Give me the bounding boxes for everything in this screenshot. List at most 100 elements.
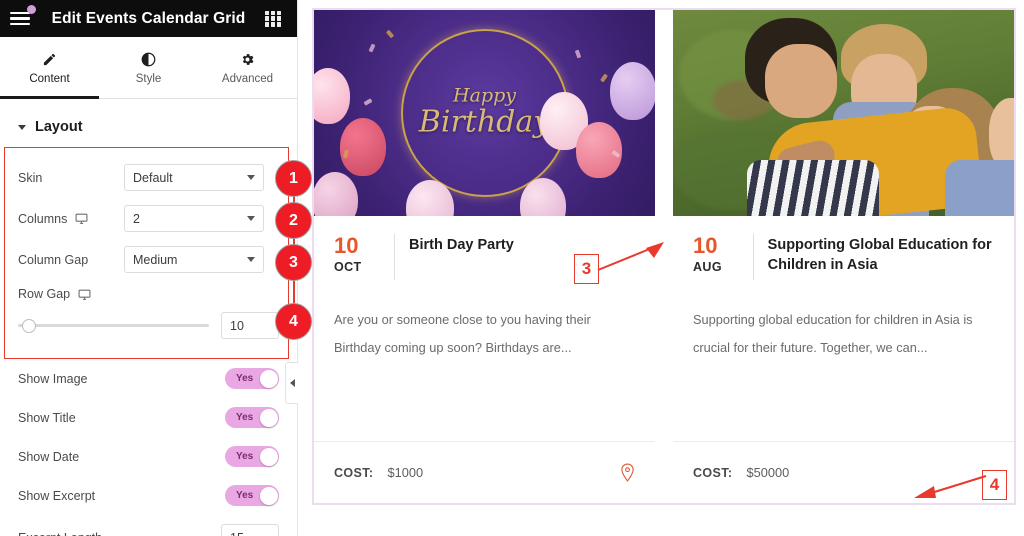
column-gap-select-value: Medium (133, 252, 178, 267)
confetti (363, 98, 373, 106)
column-gap-select[interactable]: Medium (124, 246, 264, 273)
caret-down-icon (18, 124, 26, 130)
event-date: 10 AUG (693, 234, 739, 274)
badge-1: 1 (275, 160, 312, 197)
switch-knob (259, 486, 278, 505)
cost-value: $50000 (746, 465, 790, 480)
toggle-show-image: Show Image Yes (0, 359, 297, 398)
event-month: OCT (334, 260, 362, 275)
settings-sidebar: Edit Events Calendar Grid Content Style … (0, 0, 298, 536)
event-date: 10 OCT (334, 234, 380, 274)
control-column-gap-label: Column Gap (18, 252, 89, 267)
skin-select[interactable]: Default (124, 164, 264, 191)
panel-collapse-button[interactable] (285, 362, 298, 404)
birthday-text-line1: Happy (453, 84, 516, 107)
date-title-divider (753, 234, 754, 280)
excerpt-length-input[interactable]: 15 (221, 524, 279, 536)
tab-content[interactable]: Content (0, 37, 99, 99)
balloon (610, 62, 655, 120)
confetti (385, 29, 395, 39)
badge-4: 4 (275, 303, 312, 340)
event-card[interactable]: 10 AUG Supporting Global Education for C… (673, 10, 1014, 503)
panel-tabs: Content Style Advanced (0, 37, 297, 99)
row-gap-value: 10 (230, 318, 244, 333)
toggle-show-title-label: Show Title (18, 410, 76, 425)
event-image-children (673, 10, 1014, 216)
pencil-icon (42, 51, 57, 68)
show-excerpt-switch[interactable]: Yes (225, 485, 279, 506)
show-title-switch-value: Yes (236, 412, 254, 423)
notification-dot (27, 4, 36, 14)
editor-topbar: Edit Events Calendar Grid (0, 0, 297, 37)
row-gap-slider[interactable] (18, 318, 209, 333)
event-header: 10 AUG Supporting Global Education for C… (693, 234, 994, 280)
tab-style-label: Style (135, 72, 162, 85)
contrast-icon (141, 51, 156, 68)
event-image-birthday: Happy Birthday (314, 10, 655, 216)
toggle-show-image-label: Show Image (18, 371, 88, 386)
control-row-gap: Row Gap (0, 280, 297, 308)
desktop-monitor-icon[interactable] (75, 212, 88, 225)
annotation-3-arrow (597, 242, 664, 271)
date-title-divider (394, 234, 395, 280)
toggle-show-excerpt-label: Show Excerpt (18, 488, 96, 503)
control-columns: Columns 2 (0, 198, 297, 239)
tab-advanced[interactable]: Advanced (198, 37, 297, 98)
event-month: AUG (693, 260, 722, 275)
tab-style[interactable]: Style (99, 37, 198, 98)
preview-canvas: Happy Birthday 10 OCT Birth Day Party Ar… (298, 0, 1024, 536)
toggle-show-date: Show Date Yes (0, 437, 297, 476)
layout-section-title: Layout (35, 119, 83, 135)
show-image-switch-value: Yes (236, 373, 254, 384)
location-pin-icon[interactable] (620, 463, 635, 482)
page-title: Edit Events Calendar Grid (51, 9, 246, 27)
event-day: 10 (334, 233, 359, 258)
toggle-show-date-label: Show Date (18, 449, 80, 464)
event-footer: COST: $1000 (314, 441, 655, 503)
switch-knob (259, 408, 278, 427)
excerpt-length-value: 15 (230, 531, 244, 536)
desktop-monitor-icon[interactable] (78, 288, 91, 301)
event-title[interactable]: Birth Day Party (409, 234, 514, 256)
event-excerpt: Supporting global education for children… (693, 312, 973, 355)
control-skin-label: Skin (18, 170, 43, 185)
chevron-down-icon (247, 175, 255, 180)
switch-knob (259, 369, 278, 388)
chevron-down-icon (247, 216, 255, 221)
apps-grid-icon[interactable] (265, 10, 281, 27)
badge-2: 2 (275, 202, 312, 239)
slider-thumb[interactable] (22, 318, 37, 333)
control-excerpt-length: Excerpt Length 15 (0, 515, 297, 536)
control-columns-label: Columns (18, 212, 124, 226)
chevron-left-icon (289, 379, 295, 387)
show-date-switch-value: Yes (236, 451, 254, 462)
cost-label: COST: (693, 465, 733, 480)
switch-knob (259, 447, 278, 466)
cost-value: $1000 (387, 465, 424, 480)
toggle-show-title: Show Title Yes (0, 398, 297, 437)
annotation-4-arrow (914, 475, 987, 498)
control-row-gap-label: Row Gap (18, 287, 124, 301)
columns-select-value: 2 (133, 211, 140, 226)
tab-advanced-label: Advanced (221, 72, 274, 85)
control-skin: Skin Default (0, 157, 297, 198)
cost-label: COST: (334, 465, 374, 480)
columns-select[interactable]: 2 (124, 205, 264, 232)
row-gap-input[interactable]: 10 (221, 312, 279, 339)
badge-3: 3 (275, 244, 312, 281)
annotation-badges: 1 2 3 4 (275, 160, 315, 350)
control-column-gap: Column Gap Medium (0, 239, 297, 280)
show-date-switch[interactable]: Yes (225, 446, 279, 467)
layout-section-header[interactable]: Layout (0, 99, 297, 145)
event-title[interactable]: Supporting Global Education for Children… (768, 234, 994, 275)
elementor-editor: Edit Events Calendar Grid Content Style … (0, 0, 1024, 536)
gear-icon (240, 51, 255, 68)
event-excerpt: Are you or someone close to you having t… (334, 312, 591, 355)
confetti (600, 73, 608, 83)
excerpt-length-label: Excerpt Length (18, 531, 221, 536)
show-image-switch[interactable]: Yes (225, 368, 279, 389)
hamburger-icon[interactable] (10, 4, 36, 28)
balloon (340, 118, 386, 176)
show-title-switch[interactable]: Yes (225, 407, 279, 428)
layout-controls-group: Skin Default Columns 2 Column Gap Medium… (0, 147, 297, 359)
